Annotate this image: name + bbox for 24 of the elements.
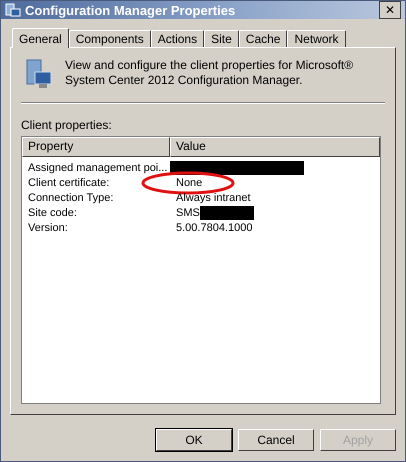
- dialog-button[interactable]: Cancel: [238, 429, 314, 451]
- description: View and configure the client properties for Microsoft® System Center 2012 Configuration Manager.: [65, 58, 354, 89]
- app-icon: [5, 2, 21, 18]
- property-cell-text: Connection Type:: [27, 190, 114, 204]
- tab[interactable]: Actions: [150, 30, 204, 47]
- column-header[interactable]: Property: [22, 137, 170, 157]
- tab[interactable]: Cache: [238, 30, 288, 47]
- value-cell: Always intranet: [176, 190, 251, 204]
- close-button[interactable]: ✕: [379, 1, 401, 19]
- property-cell-text: Assigned management poi...: [27, 160, 168, 174]
- section-label: Client properties:: [21, 118, 113, 132]
- tab[interactable]: Components: [68, 30, 151, 47]
- tab[interactable]: Site: [204, 30, 239, 47]
- property-cell-text: Site code:: [27, 206, 78, 220]
- tab[interactable]: General: [12, 28, 69, 48]
- value-cell: None: [176, 176, 202, 190]
- value-cell: 5.00.7804.1000: [176, 220, 252, 234]
- property-cell-text: Version:: [27, 220, 69, 234]
- value-cell: SMS: [176, 206, 200, 220]
- property-cell-text: Client certificate:: [27, 176, 110, 190]
- dialog-button[interactable]: OK: [156, 429, 232, 451]
- tab[interactable]: Network: [287, 30, 346, 47]
- column-header[interactable]: Value: [170, 137, 380, 157]
- window-title: Configuration Manager Properties: [25, 2, 236, 18]
